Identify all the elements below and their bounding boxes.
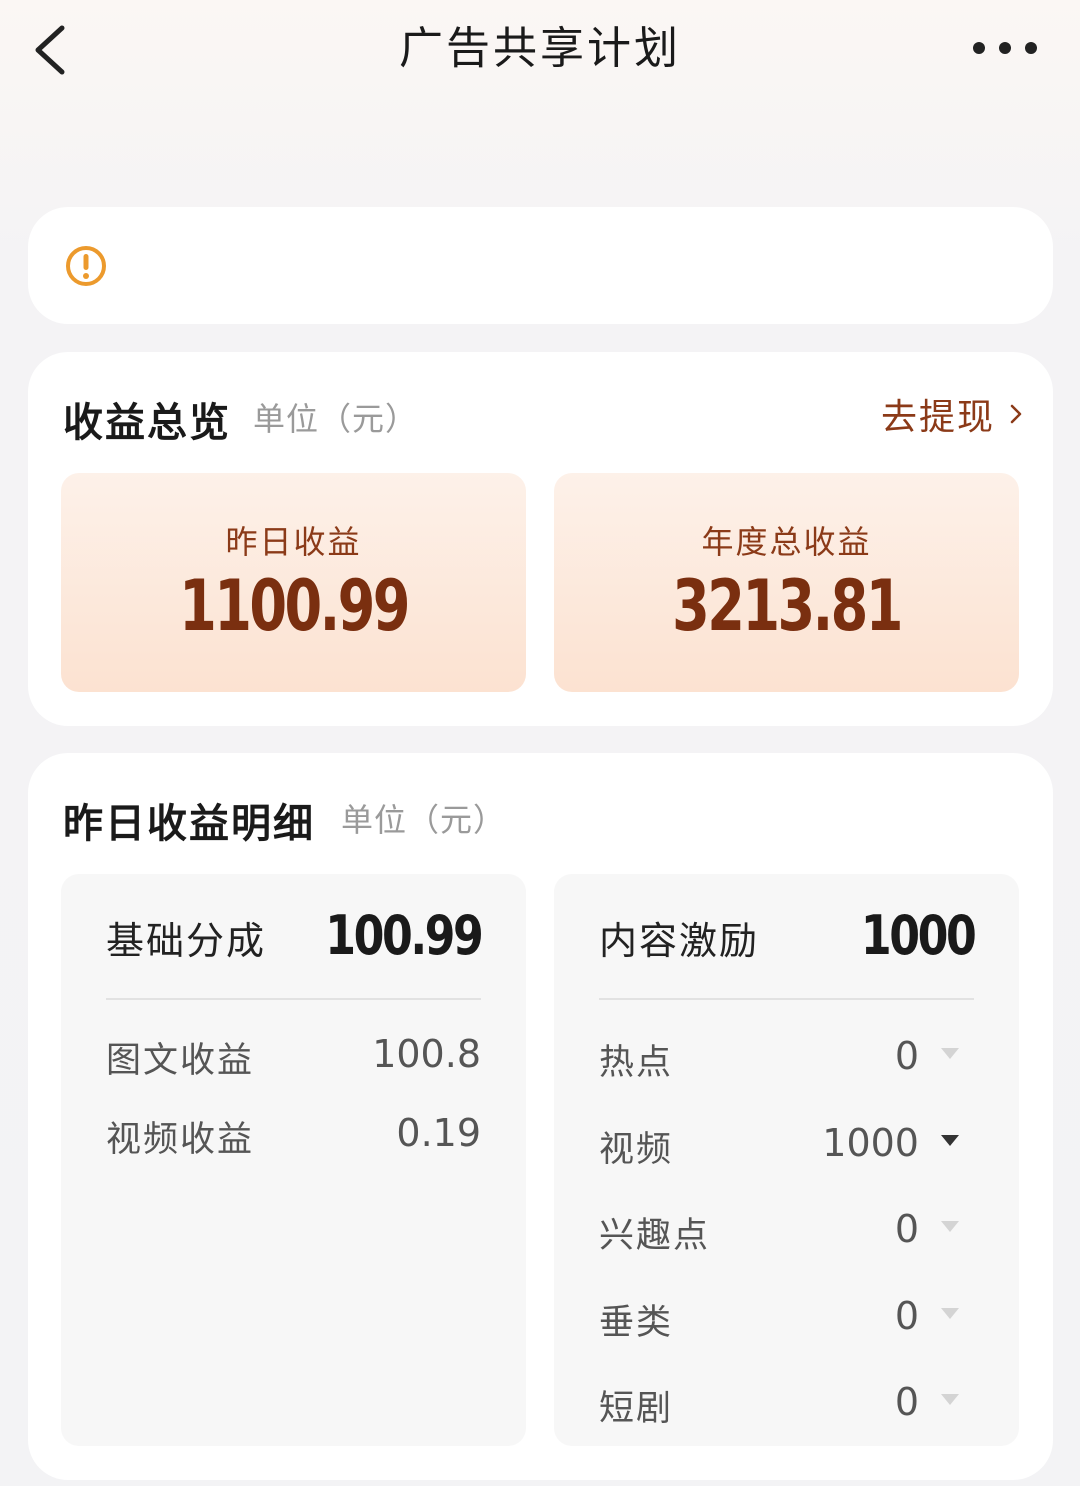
item-name: 热点 bbox=[599, 1043, 674, 1083]
item-value: 0.19 bbox=[396, 1111, 481, 1155]
base-share-panel: 基础分成 100.99 图文收益 100.8 视频收益 0.19 bbox=[61, 874, 526, 1446]
caret-down-icon[interactable] bbox=[941, 1048, 959, 1060]
annual-earnings-box: 年度总收益 3213.81 bbox=[554, 473, 1019, 692]
caret-down-icon[interactable] bbox=[941, 1221, 959, 1233]
list-item[interactable]: 兴趣点 0 bbox=[599, 1207, 974, 1257]
earnings-overview-card: 收益总览 单位（元） 去提现 昨日收益 1100.99 年度总收益 3213.8… bbox=[28, 352, 1053, 726]
notice-card[interactable] bbox=[28, 207, 1053, 324]
stat-value: 1100.99 bbox=[179, 565, 410, 647]
caret-down-icon[interactable] bbox=[941, 1394, 959, 1406]
list-item[interactable]: 垂类 0 bbox=[599, 1294, 974, 1344]
panel-header: 内容激励 1000 bbox=[599, 904, 976, 968]
warning-circle-icon bbox=[66, 246, 106, 286]
detail-title: 昨日收益明细 bbox=[63, 801, 315, 847]
item-name: 视频 bbox=[599, 1130, 674, 1170]
content-incentive-panel: 内容激励 1000 热点 0 视频 1000 兴趣点 0 垂类 0 短剧 0 bbox=[554, 874, 1019, 1446]
list-item: 图文收益 100.8 bbox=[106, 1032, 481, 1082]
chevron-right-icon bbox=[1010, 404, 1022, 424]
item-name: 图文收益 bbox=[106, 1041, 255, 1081]
page-title: 广告共享计划 bbox=[399, 23, 681, 74]
more-button[interactable] bbox=[970, 30, 1040, 70]
earnings-detail-card: 昨日收益明细 单位（元） 基础分成 100.99 图文收益 100.8 视频收益… bbox=[28, 753, 1053, 1480]
item-name: 短剧 bbox=[599, 1389, 674, 1429]
caret-down-icon[interactable] bbox=[941, 1308, 959, 1320]
caret-down-icon[interactable] bbox=[941, 1135, 959, 1147]
stat-value: 3213.81 bbox=[672, 565, 903, 647]
nav-bar: 广告共享计划 bbox=[0, 0, 1080, 100]
item-name: 视频收益 bbox=[106, 1120, 255, 1160]
detail-unit: 单位（元） bbox=[341, 801, 507, 839]
item-value: 0 bbox=[894, 1380, 919, 1424]
withdraw-link[interactable]: 去提现 bbox=[881, 388, 1023, 440]
item-value: 0 bbox=[894, 1294, 919, 1338]
panel-name: 内容激励 bbox=[599, 919, 760, 963]
more-dots-icon bbox=[973, 42, 1037, 54]
item-value: 1000 bbox=[822, 1121, 919, 1165]
stat-label: 年度总收益 bbox=[701, 523, 872, 561]
list-item[interactable]: 短剧 0 bbox=[599, 1380, 974, 1430]
panel-header: 基础分成 100.99 bbox=[106, 904, 483, 968]
divider bbox=[599, 998, 974, 1000]
item-name: 垂类 bbox=[599, 1303, 674, 1343]
list-item: 视频收益 0.19 bbox=[106, 1111, 481, 1161]
yesterday-earnings-box: 昨日收益 1100.99 bbox=[61, 473, 526, 692]
stat-label: 昨日收益 bbox=[225, 523, 362, 561]
withdraw-label: 去提现 bbox=[880, 397, 995, 438]
list-item[interactable]: 热点 0 bbox=[599, 1034, 974, 1084]
divider bbox=[106, 998, 481, 1000]
item-value: 100.8 bbox=[372, 1032, 481, 1076]
list-item[interactable]: 视频 1000 bbox=[599, 1121, 974, 1171]
panel-total: 100.99 bbox=[324, 904, 484, 967]
panel-total: 1000 bbox=[860, 904, 977, 967]
overview-unit: 单位（元） bbox=[253, 400, 419, 438]
panel-name: 基础分成 bbox=[106, 919, 267, 963]
item-value: 0 bbox=[894, 1034, 919, 1078]
item-name: 兴趣点 bbox=[599, 1216, 711, 1256]
item-value: 0 bbox=[894, 1207, 919, 1251]
overview-title: 收益总览 bbox=[63, 400, 231, 446]
